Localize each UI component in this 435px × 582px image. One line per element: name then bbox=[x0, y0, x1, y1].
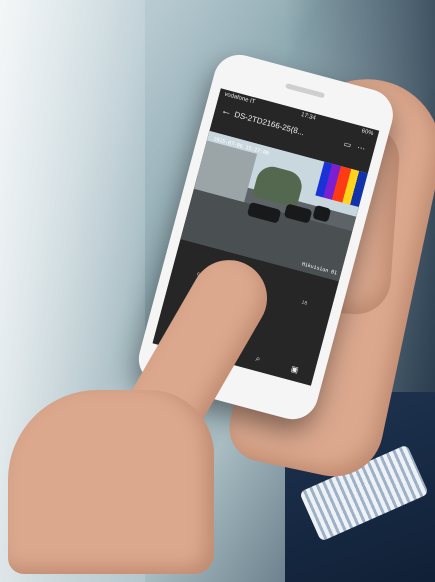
search-icon[interactable]: ⌕ bbox=[254, 354, 262, 365]
window-icon[interactable]: ▣ bbox=[290, 364, 300, 375]
more-icon[interactable]: ⋯ bbox=[353, 142, 369, 154]
timeline-tick-18: 18 bbox=[300, 299, 308, 307]
car-3 bbox=[312, 204, 332, 223]
pointing-hand bbox=[8, 390, 214, 574]
earpiece bbox=[285, 83, 326, 99]
